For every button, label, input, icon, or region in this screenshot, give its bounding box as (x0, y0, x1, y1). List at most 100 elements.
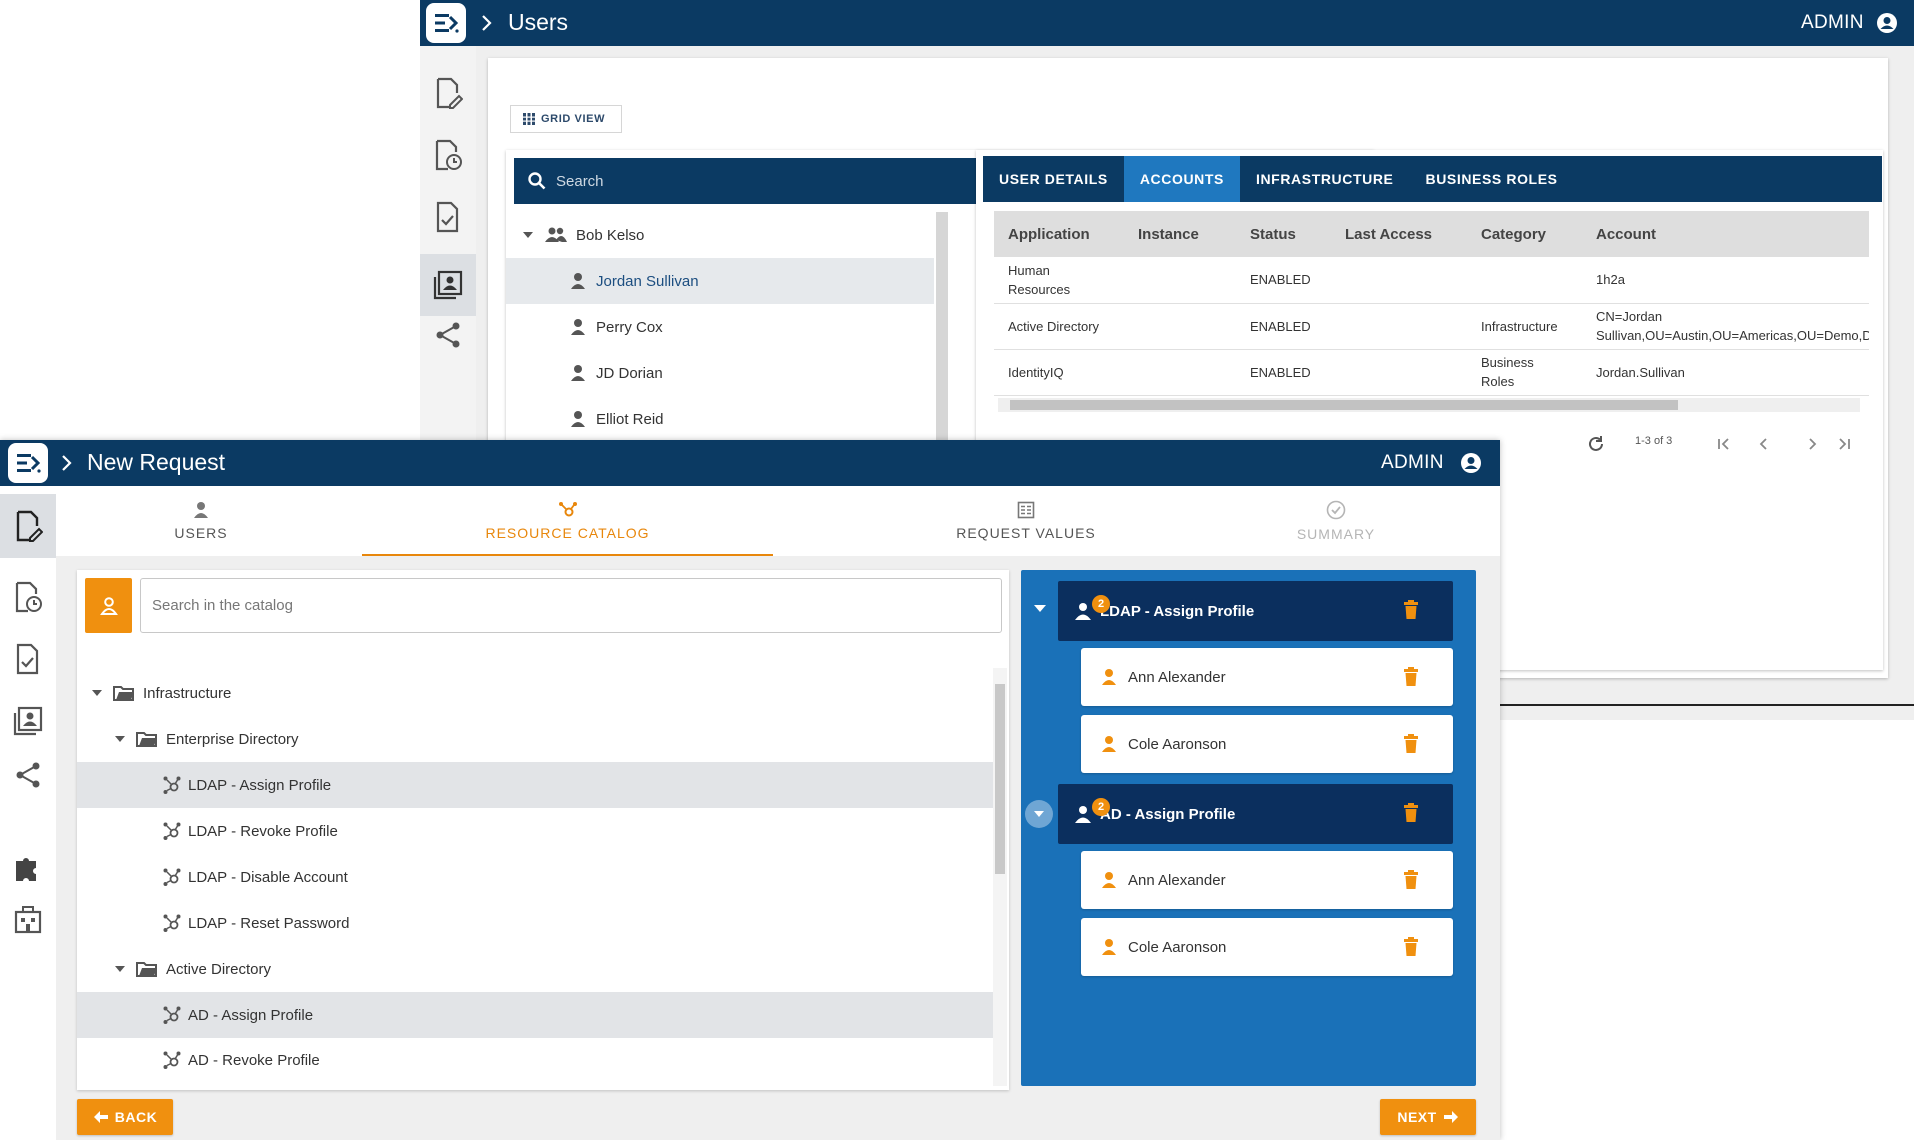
check-circle-icon (1326, 500, 1346, 520)
nav-new-request[interactable] (420, 62, 476, 124)
nav-history[interactable] (0, 566, 56, 628)
tree-folder-label: Infrastructure (143, 684, 232, 702)
catalog-item[interactable]: LDAP - Assign Profile (77, 762, 993, 808)
cart-member[interactable]: Ann Alexander (1081, 648, 1453, 706)
first-page-icon[interactable] (1716, 436, 1732, 452)
search-placeholder: Search (556, 172, 604, 190)
cell-category: Business Roles (1467, 349, 1582, 396)
nav-share[interactable] (0, 744, 56, 806)
trash-icon[interactable] (1403, 870, 1419, 890)
table-hscrollbar[interactable] (998, 398, 1860, 412)
contacts-list-icon (13, 706, 43, 736)
cell-status: ENABLED (1236, 257, 1331, 304)
cell-account: Jordan.Sullivan (1582, 349, 1869, 396)
grid-view-button[interactable]: GRID VIEW (510, 105, 622, 133)
table-row[interactable]: Active Directory ENABLED Infrastructure … (994, 303, 1869, 350)
nav-approvals[interactable] (0, 628, 56, 690)
tree-user-row[interactable]: Elliot Reid (506, 396, 934, 442)
step-request-values[interactable]: REQUEST VALUES (816, 486, 1236, 556)
table-row[interactable]: IdentityIQ ENABLED Business Roles Jordan… (994, 349, 1869, 396)
col-last-access[interactable]: Last Access (1331, 211, 1467, 257)
tree-folder-enterprise-directory[interactable]: Enterprise Directory (77, 716, 993, 762)
col-instance[interactable]: Instance (1124, 211, 1236, 257)
cart-group-ad[interactable]: 2 AD - Assign Profile (1058, 784, 1453, 844)
cart-member[interactable]: Cole Aaronson (1081, 715, 1453, 773)
share-icon (16, 762, 40, 788)
app-logo[interactable] (8, 443, 48, 483)
cart-group-ldap[interactable]: 2 LDAP - Assign Profile (1058, 581, 1453, 641)
nav-approvals[interactable] (420, 186, 476, 248)
refresh-icon[interactable] (1586, 434, 1606, 454)
person-icon (1075, 806, 1091, 823)
app-logo[interactable] (426, 3, 466, 43)
tree-user-row[interactable]: Jordan Sullivan (506, 258, 934, 304)
next-label: NEXT (1397, 1109, 1437, 1125)
tab-infrastructure[interactable]: INFRASTRUCTURE (1240, 156, 1410, 202)
person-icon (1102, 736, 1116, 752)
admin-label[interactable]: ADMIN (1381, 452, 1444, 474)
col-application[interactable]: Application (994, 211, 1124, 257)
prev-page-icon[interactable] (1756, 436, 1772, 452)
arrow-left-icon (93, 1111, 108, 1123)
admin-label[interactable]: ADMIN (1801, 12, 1864, 34)
tab-business-roles[interactable]: BUSINESS ROLES (1410, 156, 1574, 202)
catalog-item[interactable]: LDAP - Reset Password (77, 900, 993, 946)
nav-users[interactable] (0, 690, 56, 752)
catalog-user-button[interactable] (85, 578, 132, 633)
col-status[interactable]: Status (1236, 211, 1331, 257)
account-circle-icon[interactable] (1460, 452, 1482, 474)
collapse-toggle[interactable] (1025, 800, 1053, 828)
catalog-item[interactable]: AD - Assign Profile (77, 992, 993, 1038)
person-icon (1102, 939, 1116, 955)
tree-user-row[interactable]: JD Dorian (506, 350, 934, 396)
nav-new-request[interactable] (0, 494, 56, 558)
cart-member[interactable]: Cole Aaronson (1081, 918, 1453, 976)
account-circle-icon[interactable] (1876, 12, 1898, 34)
tree-folder-infrastructure[interactable]: Infrastructure (77, 670, 993, 716)
tree-folder-active-directory[interactable]: Active Directory (77, 946, 993, 992)
nav-history[interactable] (420, 124, 476, 186)
catalog-item[interactable]: AD - Revoke Profile (77, 1038, 993, 1082)
tab-accounts[interactable]: ACCOUNTS (1123, 156, 1240, 202)
trash-icon[interactable] (1403, 937, 1419, 957)
trash-icon[interactable] (1403, 803, 1419, 823)
folder-open-icon (136, 962, 157, 977)
person-icon (571, 411, 585, 427)
cart-member[interactable]: Ann Alexander (1081, 851, 1453, 909)
back-label: BACK (114, 1109, 158, 1125)
next-button[interactable]: NEXT (1380, 1099, 1476, 1135)
tab-user-details[interactable]: USER DETAILS (983, 156, 1124, 202)
trash-icon[interactable] (1403, 667, 1419, 687)
person-icon (194, 502, 208, 518)
document-clock-icon (435, 139, 462, 171)
tree-user-row[interactable]: Perry Cox (506, 304, 934, 350)
col-category[interactable]: Category (1467, 211, 1582, 257)
page-title: New Request (87, 449, 226, 475)
catalog-search-input[interactable]: Search in the catalog (140, 578, 1002, 633)
catalog-scrollbar[interactable] (993, 668, 1007, 1086)
trash-icon[interactable] (1403, 600, 1419, 620)
tree-group-label: Bob Kelso (576, 226, 645, 244)
cart-member-label: Cole Aaronson (1128, 735, 1227, 753)
next-page-icon[interactable] (1804, 436, 1820, 452)
trash-icon[interactable] (1403, 734, 1419, 754)
nav-organization[interactable] (0, 888, 56, 950)
step-resource-catalog[interactable]: RESOURCE CATALOG (362, 486, 773, 556)
caret-down-icon[interactable] (1033, 602, 1047, 614)
cell-category (1467, 257, 1582, 304)
catalog-item[interactable]: LDAP - Revoke Profile (77, 808, 993, 854)
tree-scrollbar[interactable] (936, 212, 948, 440)
catalog-item[interactable]: LDAP - Disable Account (77, 854, 993, 900)
person-icon (1075, 603, 1091, 620)
hscroll-thumb[interactable] (1010, 400, 1678, 410)
tree-folder-label: Enterprise Directory (166, 730, 299, 748)
nav-share[interactable] (420, 304, 476, 366)
col-account[interactable]: Account (1582, 211, 1869, 257)
last-page-icon[interactable] (1836, 436, 1852, 452)
catalog-scroll-thumb[interactable] (995, 684, 1005, 874)
caret-down-icon (115, 736, 125, 742)
back-button[interactable]: BACK (77, 1099, 173, 1135)
table-row[interactable]: Human Resources ENABLED 1h2a (994, 257, 1869, 304)
step-users[interactable]: USERS (86, 486, 316, 556)
document-clock-icon (15, 581, 42, 613)
